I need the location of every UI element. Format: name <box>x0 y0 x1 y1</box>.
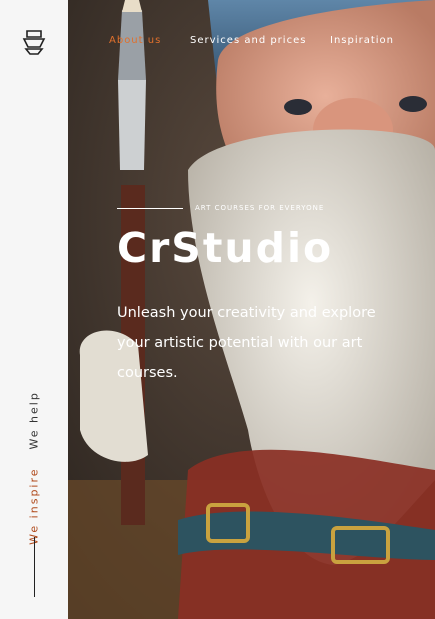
hero-section: About us Services and prices Inspiration… <box>68 0 435 619</box>
eyebrow-text: ART COURSES FOR EVERYONE <box>195 204 325 212</box>
tagline-inspire: We inspire <box>27 467 41 545</box>
sidebar-tagline: We inspire We help <box>28 391 41 545</box>
tagline-help: We help <box>27 391 41 450</box>
eyebrow-line <box>117 207 183 209</box>
nav-services-and-prices[interactable]: Services and prices <box>190 35 306 46</box>
logo-icon[interactable] <box>22 27 46 57</box>
hero-eyebrow: ART COURSES FOR EVERYONE <box>117 204 324 212</box>
sidebar: We inspire We help <box>0 0 68 619</box>
hero-description: Unleash your creativity and explore your… <box>117 305 376 381</box>
sidebar-divider <box>34 537 35 597</box>
page: We inspire We help About us Services and … <box>0 0 435 619</box>
nav-inspiration[interactable]: Inspiration <box>330 35 394 46</box>
nav-about-us[interactable]: About us <box>109 35 161 46</box>
hero-title: CrStudio <box>117 224 334 272</box>
